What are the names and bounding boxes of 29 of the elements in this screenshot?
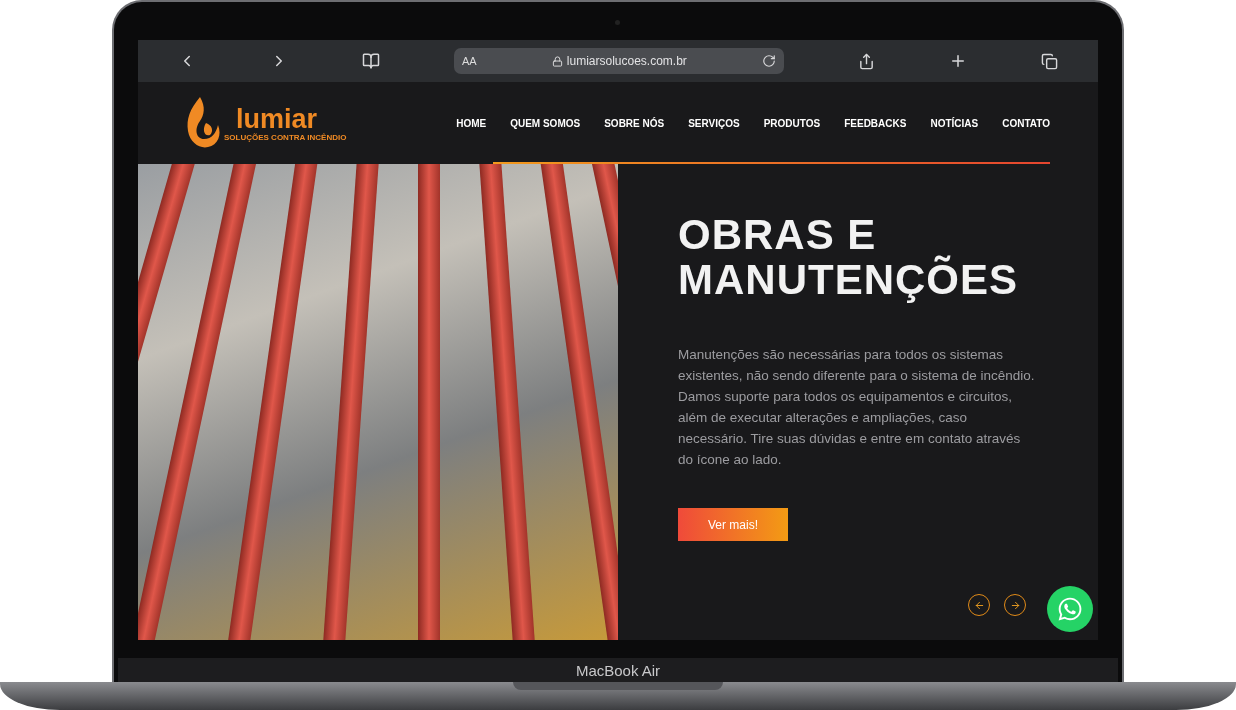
share-icon bbox=[858, 52, 875, 70]
nav-link[interactable]: CONTATO bbox=[1002, 117, 1050, 129]
book-icon bbox=[362, 52, 380, 70]
whatsapp-icon bbox=[1057, 596, 1083, 622]
logo-name: lumiar bbox=[236, 104, 318, 133]
plus-icon bbox=[949, 52, 967, 70]
tabs-icon bbox=[1041, 52, 1058, 70]
nav-link[interactable]: FEEDBACKS bbox=[844, 117, 907, 129]
nav-link[interactable]: SOBRE NÓS bbox=[604, 117, 665, 129]
tabs-button[interactable] bbox=[1041, 52, 1058, 70]
lock-icon bbox=[551, 55, 563, 67]
nav-link[interactable]: PRODUTOS bbox=[763, 117, 821, 129]
reader-label[interactable]: AA bbox=[462, 55, 477, 67]
url-text: lumiarsolucoes.com.br bbox=[566, 54, 687, 68]
reload-icon[interactable] bbox=[762, 54, 776, 68]
share-button[interactable] bbox=[858, 52, 875, 70]
laptop-label: MacBook Air bbox=[575, 661, 661, 679]
arrow-right-icon bbox=[1009, 599, 1021, 611]
nav-link[interactable]: NOTÍCIAS bbox=[930, 117, 979, 129]
bookmarks-button[interactable] bbox=[362, 52, 380, 70]
logo-tagline: SOLUÇÕES CONTRA INCÊNDIO bbox=[224, 132, 347, 142]
hero-description: Manutenções são necessárias para todos os sistemas existentes, não sendo diferente para o sistema de incêndio. Damos suporte para todos os equipamentos e circuitos, além de executar alterações e ampliações, caso necessário. Tire suas dúvidas e entre em contato através do ícone ao lado. bbox=[678, 346, 1036, 469]
new-tab-button[interactable] bbox=[949, 52, 967, 70]
hero-title: OBRAS E MANUTENÇÕES bbox=[678, 212, 1019, 302]
address-field[interactable]: AA lumiarsolucoes.com.br bbox=[454, 48, 784, 74]
nav-link[interactable]: HOME bbox=[456, 117, 487, 129]
arrow-left-icon bbox=[973, 599, 985, 611]
nav-link[interactable]: QUEM SOMOS bbox=[510, 117, 581, 129]
nav-link[interactable]: SERVIÇOS bbox=[688, 117, 740, 129]
